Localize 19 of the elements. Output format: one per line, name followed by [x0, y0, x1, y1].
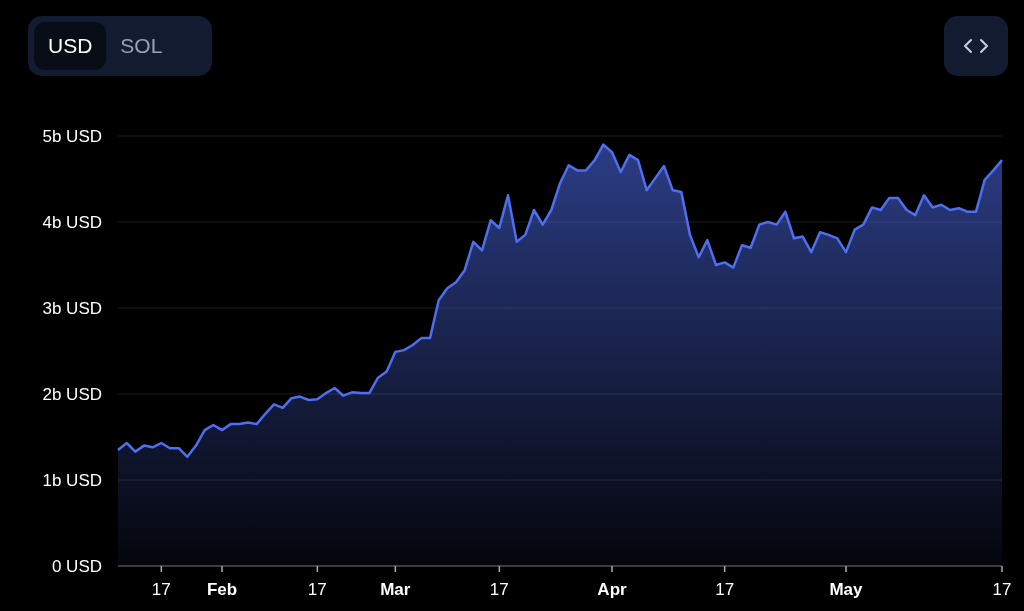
y-axis-label: 5b USD — [42, 127, 102, 146]
y-axis-label: 3b USD — [42, 299, 102, 318]
embed-code-button[interactable] — [944, 16, 1008, 76]
y-axis-label: 4b USD — [42, 213, 102, 232]
x-axis-label: May — [829, 580, 863, 599]
x-axis-label: 17 — [307, 580, 327, 599]
code-icon — [963, 38, 989, 54]
x-axis-label: 17 — [715, 580, 735, 599]
x-axis-label: 17 — [151, 580, 171, 599]
y-axis-label: 0 USD — [51, 557, 102, 576]
y-axis-label: 1b USD — [42, 471, 102, 490]
y-axis-label: 2b USD — [42, 385, 102, 404]
x-axis-label: Mar — [380, 580, 411, 599]
currency-tab[interactable]: USD — [34, 22, 107, 70]
x-axis-label: Apr — [597, 580, 627, 599]
x-axis-label: Feb — [206, 580, 238, 599]
x-axis-label: 17 — [992, 580, 1012, 599]
currency-tab[interactable]: SOL — [106, 22, 177, 70]
x-axis-label: 17 — [489, 580, 509, 599]
